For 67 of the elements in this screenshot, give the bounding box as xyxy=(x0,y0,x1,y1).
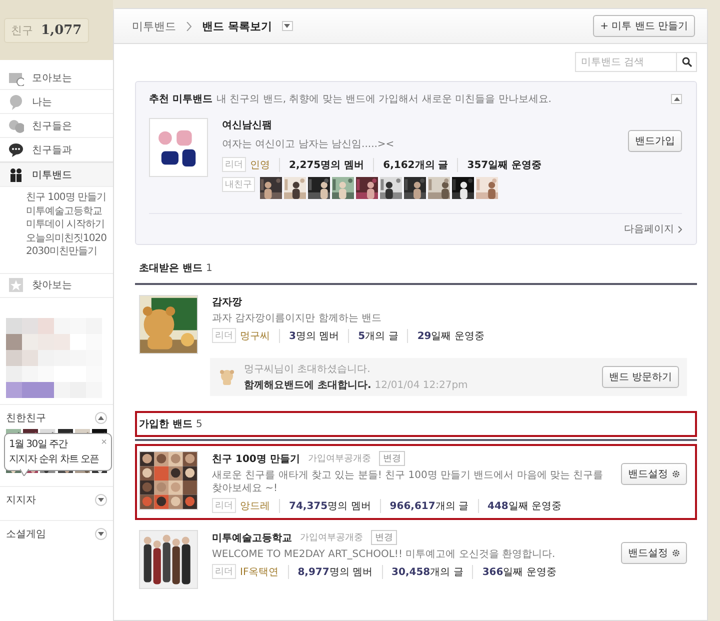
band-stat: 74,375명의 멤버 xyxy=(279,498,371,512)
friends-tag: 내친구 xyxy=(222,177,255,192)
leader-name[interactable]: 인영 xyxy=(250,158,270,172)
sidebar-subitem[interactable]: 2030미친만들기 xyxy=(26,245,113,258)
band-settings-button[interactable]: 밴드설정 xyxy=(621,463,687,485)
friend-count-label: 친구 xyxy=(11,22,33,38)
friend-count-box[interactable]: 친구 1,077 xyxy=(4,18,89,42)
create-band-button[interactable]: + 미투 밴드 만들기 xyxy=(593,15,695,37)
sidebar-item[interactable]: 나는 xyxy=(0,90,113,114)
leader-tag: 리더 xyxy=(212,498,236,513)
band-stat: 5개의 글 xyxy=(348,328,398,342)
page-title: 밴드 목록보기 xyxy=(202,18,272,34)
leader-tag: 리더 xyxy=(222,157,246,172)
change-button[interactable]: 변경 xyxy=(378,451,405,466)
leader-name[interactable]: 앙드레 xyxy=(240,498,270,512)
band-name[interactable]: 감자깡 xyxy=(212,295,242,309)
visit-band-button[interactable]: 밴드 방문하기 xyxy=(602,366,679,388)
band-description: 새로운 친구를 애타게 찾고 있는 분들! 친구 100명 만들기 밴드에서 마음에 맞는 친구를 찾아보세요 ~! xyxy=(212,469,604,495)
sidebar-item[interactable]: 친구들은 xyxy=(0,114,113,138)
next-page-link[interactable]: 다음페이지 xyxy=(624,222,682,236)
section-title: 가입한 밴드 5 xyxy=(135,411,697,437)
leader-tag: 리더 xyxy=(212,328,236,343)
band-name[interactable]: 친구 100명 만들기 xyxy=(212,452,300,466)
sidebar-subitem[interactable]: 미투예술고등학교 xyxy=(26,204,113,218)
sidebar-subitem[interactable]: 친구 100명 만들기 xyxy=(26,191,113,204)
band-stat: 30,458개의 글 xyxy=(382,564,464,578)
panel-description: 내 친구의 밴드, 취향에 맞는 밴드에 가입해서 새로운 미친들을 만나보세요. xyxy=(216,93,552,106)
invitation-time: 12/01/04 12:27pm xyxy=(374,380,468,391)
sidebar-item[interactable]: 찾아보는 xyxy=(0,274,113,298)
band-description: 과자 감자깡이름이지만 함께하는 밴드 xyxy=(212,312,383,325)
band-stat: 2,275명의 멤버 xyxy=(279,158,364,172)
band-stat: 6,162개의 글 xyxy=(373,158,448,172)
invitation-message: 함께해요밴드에 초대합니다. xyxy=(244,380,372,391)
band-stat: 3명의 멤버 xyxy=(279,328,340,342)
band-stat: 966,617개의 글 xyxy=(380,498,469,512)
sidebar-subitem[interactable]: 미투데이 시작하기 xyxy=(26,218,113,232)
band-stat: 8,977명의 멤버 xyxy=(288,564,373,578)
leader-name[interactable]: 멍구씨 xyxy=(240,328,270,342)
privacy-status: 가입여부공개중 xyxy=(308,453,371,465)
section-title: 지지자 xyxy=(6,494,36,506)
sidebar-item[interactable]: 미투밴드 xyxy=(0,162,113,187)
band-name[interactable]: 미투예술고등학교 xyxy=(212,530,292,544)
section-title: 친한친구 xyxy=(6,412,46,424)
leader-tag: 리더 xyxy=(212,564,236,579)
band-stat: 366일째 운영중 xyxy=(472,564,556,578)
join-band-button[interactable]: 밴드가입 xyxy=(628,130,682,152)
breadcrumb-link[interactable]: 미투밴드 xyxy=(132,18,176,34)
change-button[interactable]: 변경 xyxy=(371,530,397,545)
section-title: 소셜게임 xyxy=(6,528,46,540)
tooltip-text: 지지자 순위 차트 오픈 xyxy=(9,452,99,466)
band-settings-button[interactable]: 밴드설정 xyxy=(621,542,687,564)
sidebar-item[interactable]: 모아보는 xyxy=(0,66,113,90)
section-title: 초대받은 밴드 1 xyxy=(138,262,214,276)
invitation-sender: 멍구씨님이 초대하셨습니다. xyxy=(244,363,372,376)
band-name[interactable]: 여신남신팸 xyxy=(222,118,614,132)
sidebar-subitem[interactable]: 오늘의미친짓1020 xyxy=(26,232,113,245)
band-stat: 29일째 운영중 xyxy=(407,328,484,342)
privacy-status: 가입여부공개중 xyxy=(300,532,363,544)
panel-title: 추천 미투밴드 xyxy=(149,93,212,106)
leader-name[interactable]: IF옥택연 xyxy=(240,564,279,578)
search-field[interactable]: 미투밴드 검색 xyxy=(575,52,677,72)
band-description: 여자는 여신이고 남자는 남신임.....>< xyxy=(222,138,396,152)
band-stat: 448일째 운영중 xyxy=(478,498,562,512)
tooltip-text: 1월 30일 주간 xyxy=(9,438,68,452)
band-description: WELCOME TO ME2DAY ART_SCHOOL!! 미투예고에 오신것을 환영합니다. xyxy=(212,548,556,561)
band-stat: 357일째 운영중 xyxy=(457,158,542,172)
friend-count: 1,077 xyxy=(41,22,82,38)
